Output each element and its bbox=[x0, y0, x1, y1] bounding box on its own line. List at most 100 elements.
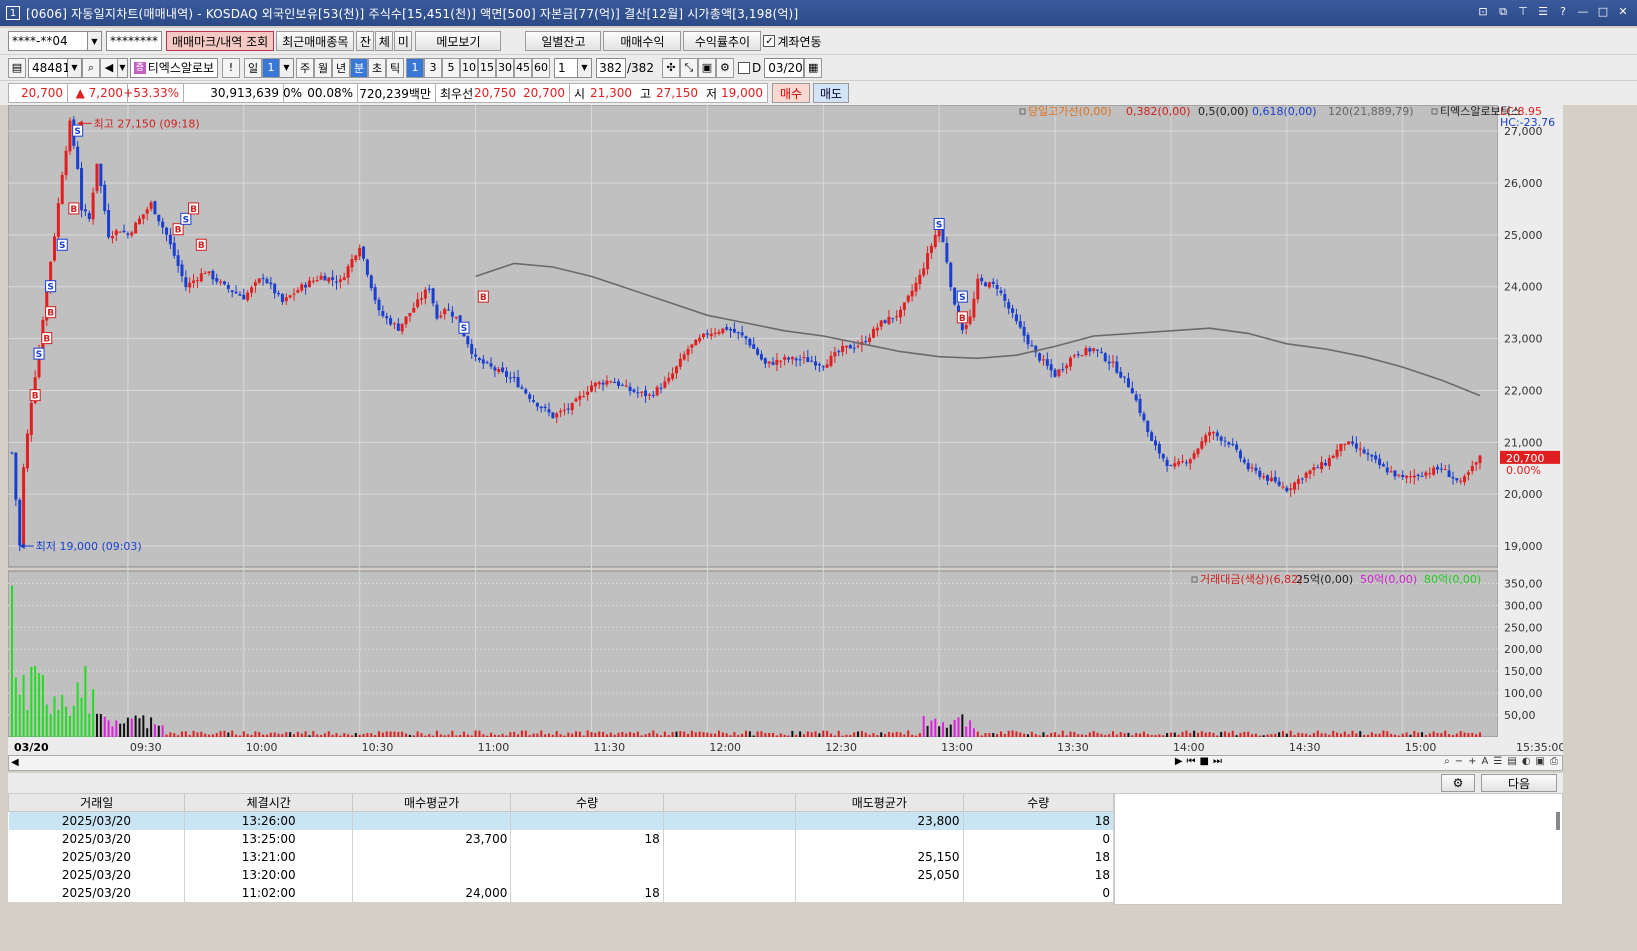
interval-button-1[interactable]: 1 bbox=[406, 57, 424, 78]
profit-rate-button[interactable]: 수익률추이 bbox=[683, 31, 762, 51]
period-second-button[interactable]: 초 bbox=[368, 57, 386, 78]
password-field[interactable]: ******** bbox=[106, 31, 162, 51]
rewind-icon[interactable]: ⏮ bbox=[1187, 756, 1196, 767]
pin-icon[interactable]: ⊡ bbox=[1475, 4, 1491, 20]
tools-icon[interactable]: ⊤ bbox=[1515, 4, 1531, 20]
account-select[interactable]: ****-**04 bbox=[8, 31, 88, 51]
date-input[interactable]: 03/20 bbox=[764, 57, 805, 78]
price-chart[interactable]: 27,00026,00025,00024,00023,00022,00021,0… bbox=[8, 105, 1563, 755]
table-row[interactable]: 2025/03/20 13:26:00 23,800 18 bbox=[8, 811, 1115, 830]
gear-icon[interactable]: ⚙ bbox=[715, 57, 734, 78]
multiplier-input[interactable]: 1 bbox=[554, 57, 578, 78]
filled-button[interactable]: 체 bbox=[375, 31, 394, 51]
text-icon[interactable]: A bbox=[1482, 756, 1489, 767]
table-row[interactable]: 2025/03/20 13:21:00 25,150 18 bbox=[8, 847, 1115, 866]
chevron-down-icon[interactable]: ▼ bbox=[118, 57, 128, 78]
interval-button-15[interactable]: 15 bbox=[478, 57, 496, 78]
candle-body bbox=[1281, 486, 1285, 488]
gear-icon[interactable]: ⚙ bbox=[1441, 774, 1475, 792]
stock-name[interactable]: 증 티엑스알로보 bbox=[130, 57, 218, 78]
layout-icon[interactable]: ▤ bbox=[8, 57, 26, 78]
minus-icon[interactable]: − bbox=[1455, 756, 1463, 767]
close-icon[interactable]: ✕ bbox=[1615, 4, 1631, 20]
check-icon[interactable]: ✓ bbox=[763, 35, 776, 47]
period-tick-button[interactable]: 틱 bbox=[386, 57, 404, 78]
palette-icon[interactable]: ◐ bbox=[1522, 756, 1531, 767]
help-icon[interactable]: ? bbox=[1555, 4, 1571, 20]
memo-button[interactable]: 메모보기 bbox=[415, 31, 502, 51]
volume-bar bbox=[779, 733, 782, 737]
volume-bar bbox=[157, 725, 160, 737]
period-value[interactable]: 1 bbox=[262, 57, 280, 78]
save-icon[interactable]: ▣ bbox=[697, 57, 716, 78]
account-link-checkbox[interactable]: ✓ 계좌연동 bbox=[763, 33, 822, 50]
chevron-down-icon[interactable]: ▼ bbox=[578, 57, 592, 78]
buy-button[interactable]: 매수 bbox=[772, 83, 810, 103]
draw-icon[interactable]: ⤡ bbox=[679, 57, 698, 78]
interval-button-10[interactable]: 10 bbox=[460, 57, 478, 78]
search-icon[interactable]: ⌕ bbox=[82, 57, 100, 78]
interval-button-60[interactable]: 60 bbox=[532, 57, 550, 78]
low-marker-label: 최저 19,000 (09:03) bbox=[36, 540, 142, 553]
interval-button-30[interactable]: 30 bbox=[496, 57, 514, 78]
chevron-down-icon[interactable]: ▼ bbox=[68, 57, 82, 78]
chart-scrollbar[interactable]: ◀ ▶ ⏮ ■ ⏭ ⌕ − + A ☰ ▤ ◐ ▣ ⎙ bbox=[8, 755, 1563, 771]
table-row[interactable]: 2025/03/20 13:25:00 23,700 18 0 bbox=[8, 829, 1115, 848]
recent-trades-button[interactable]: 최근매매종목 bbox=[276, 31, 355, 51]
interval-button-5[interactable]: 5 bbox=[442, 57, 460, 78]
calendar-icon[interactable]: ▦ bbox=[804, 57, 823, 78]
volume-bar bbox=[690, 730, 693, 737]
stop-icon[interactable]: ■ bbox=[1200, 756, 1209, 767]
maximize-icon[interactable]: □ bbox=[1595, 4, 1611, 20]
volume-bar bbox=[1374, 733, 1377, 737]
bar-count-input[interactable]: 382 bbox=[596, 57, 626, 78]
unfilled-button[interactable]: 미 bbox=[394, 31, 413, 51]
stock-code-input[interactable]: 484810 bbox=[28, 57, 78, 78]
period-day-button[interactable]: 일 bbox=[244, 57, 262, 78]
candle-body bbox=[1300, 478, 1304, 480]
panel-icon[interactable]: ▤ bbox=[1507, 756, 1516, 767]
trade-mark-button[interactable]: 매매마크/내역 조회 bbox=[166, 31, 275, 51]
d-checkbox[interactable] bbox=[737, 61, 750, 74]
chevron-down-icon[interactable]: ▼ bbox=[280, 57, 294, 78]
alert-button[interactable]: ! bbox=[222, 57, 240, 78]
speaker-icon[interactable]: ◀ bbox=[100, 57, 118, 78]
forward-icon[interactable]: ⏭ bbox=[1213, 756, 1222, 767]
daily-balance-button[interactable]: 일별잔고 bbox=[525, 31, 602, 51]
table-row[interactable]: 2025/03/20 13:20:00 25,050 18 bbox=[8, 865, 1115, 884]
col-exec-time[interactable]: 체결시간 bbox=[184, 793, 353, 812]
interval-button-45[interactable]: 45 bbox=[514, 57, 532, 78]
chart-area[interactable]: 27,000 26,000 25,000 24,000 23,000 22,000 21,0… bbox=[8, 105, 1563, 755]
plus-icon[interactable]: + bbox=[1468, 756, 1476, 767]
settings-icon[interactable]: ☰ bbox=[1535, 4, 1551, 20]
zoom-icon[interactable]: ⌕ bbox=[1444, 756, 1450, 767]
candle-body bbox=[1181, 461, 1185, 463]
crosshair-icon[interactable]: ✣ bbox=[661, 57, 680, 78]
volume-bar bbox=[636, 731, 639, 737]
volume-bar bbox=[1108, 734, 1111, 737]
col-sell-avg[interactable]: 매도평균가 bbox=[795, 793, 964, 812]
minimize-icon[interactable]: — bbox=[1575, 4, 1591, 20]
col-buy-qty[interactable]: 수량 bbox=[510, 793, 664, 812]
play-icon[interactable]: ▶ bbox=[1175, 756, 1183, 767]
chevron-down-icon[interactable]: ▼ bbox=[88, 31, 102, 51]
trade-profit-button[interactable]: 매매수익 bbox=[603, 31, 682, 51]
period-minute-button[interactable]: 분 bbox=[350, 57, 368, 78]
next-button[interactable]: 다음 bbox=[1481, 774, 1557, 792]
col-buy-avg[interactable]: 매수평균가 bbox=[351, 793, 512, 812]
period-month-button[interactable]: 월 bbox=[314, 57, 332, 78]
sell-button[interactable]: 매도 bbox=[813, 83, 849, 103]
table-scroll-thumb[interactable] bbox=[1556, 812, 1560, 830]
col-sell-qty[interactable]: 수량 bbox=[962, 793, 1115, 812]
balance-button[interactable]: 잔 bbox=[356, 31, 375, 51]
period-week-button[interactable]: 주 bbox=[296, 57, 314, 78]
print-icon[interactable]: ⎙ bbox=[1550, 756, 1558, 767]
list-icon[interactable]: ☰ bbox=[1493, 756, 1502, 767]
col-trade-date[interactable]: 거래일 bbox=[7, 793, 186, 812]
scroll-left-icon[interactable]: ◀ bbox=[11, 757, 19, 768]
period-year-button[interactable]: 년 bbox=[332, 57, 350, 78]
save-icon[interactable]: ▣ bbox=[1536, 756, 1545, 767]
link-icon[interactable]: ⧉ bbox=[1495, 4, 1511, 20]
interval-button-3[interactable]: 3 bbox=[424, 57, 442, 78]
table-row[interactable]: 2025/03/20 11:02:00 24,000 18 0 bbox=[8, 883, 1115, 902]
